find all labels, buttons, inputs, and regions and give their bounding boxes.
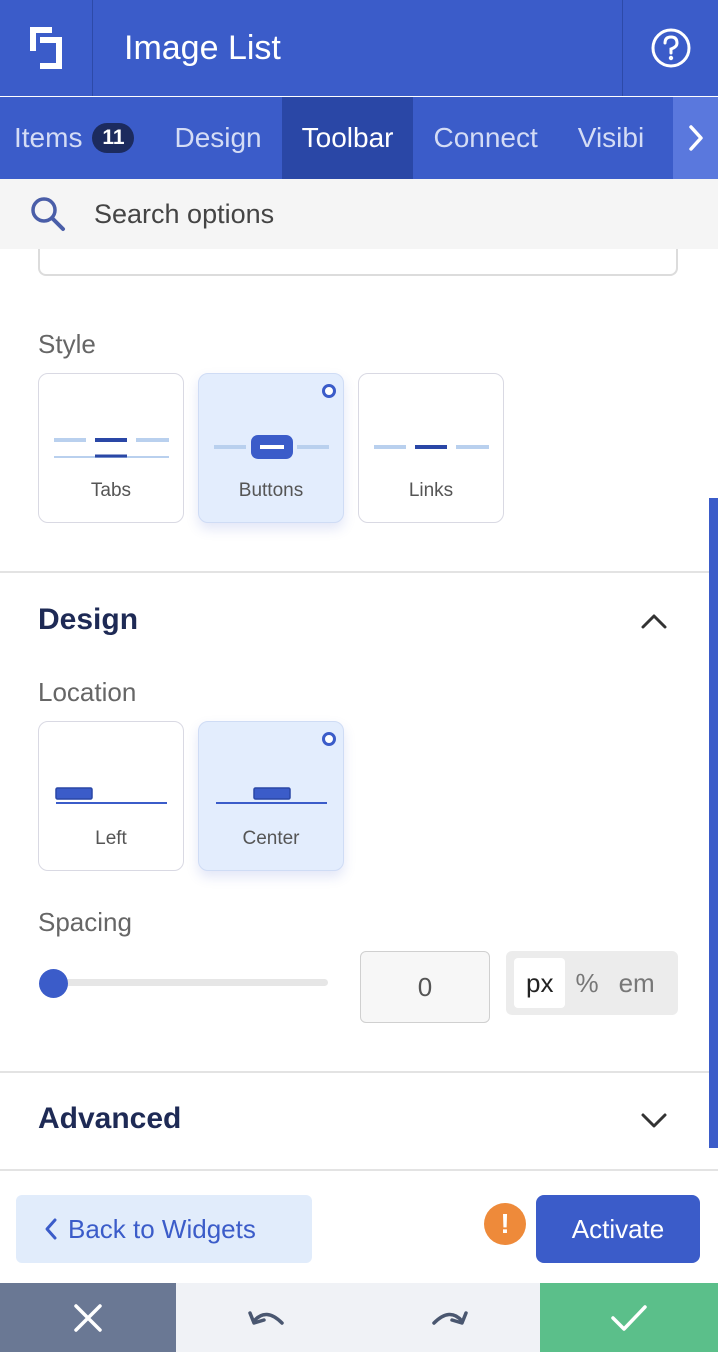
- options-panel: Style Tabs Buttons Links Design Location…: [0, 249, 718, 1169]
- back-to-widgets-button[interactable]: Back to Widgets: [16, 1195, 312, 1263]
- location-label: Location: [38, 677, 137, 707]
- footer-actions: Back to Widgets ! Activate: [0, 1169, 718, 1283]
- chevron-down-icon[interactable]: [640, 1111, 668, 1131]
- scrollbar[interactable]: [709, 498, 718, 1148]
- chevron-left-icon: [45, 1218, 57, 1240]
- tab-items-label: Items: [14, 122, 83, 153]
- design-section-title[interactable]: Design: [38, 603, 138, 637]
- page-title: Image List: [124, 28, 281, 67]
- tab-items[interactable]: Items 11: [0, 97, 154, 179]
- close-button[interactable]: [0, 1283, 176, 1352]
- selected-indicator: [322, 732, 336, 746]
- style-option-buttons[interactable]: Buttons: [198, 373, 344, 523]
- tab-connect[interactable]: Connect: [413, 97, 557, 179]
- spacing-slider-thumb[interactable]: [39, 969, 68, 998]
- chevron-up-icon[interactable]: [640, 611, 668, 631]
- style-label: Style: [38, 329, 96, 359]
- redo-button[interactable]: [358, 1283, 540, 1352]
- unit-em[interactable]: em: [609, 958, 665, 1008]
- search-icon: [31, 197, 65, 231]
- app-logo-icon: [30, 27, 62, 69]
- style-option-tabs[interactable]: Tabs: [38, 373, 184, 523]
- search-bar: [0, 179, 718, 249]
- undo-button[interactable]: [176, 1283, 358, 1352]
- location-option-left-label: Left: [95, 828, 127, 849]
- items-count-badge: 11: [92, 123, 135, 153]
- confirm-button[interactable]: [540, 1283, 718, 1352]
- location-option-left[interactable]: Left: [38, 721, 184, 871]
- previous-option-box: [38, 249, 678, 276]
- style-option-tabs-label: Tabs: [90, 480, 132, 501]
- undo-icon: [248, 1310, 284, 1325]
- unit-px[interactable]: px: [514, 958, 566, 1008]
- tab-design[interactable]: Design: [154, 97, 281, 179]
- activate-button[interactable]: Activate: [536, 1195, 700, 1263]
- tab-bar: Items 11 Design Toolbar Connect Visibi: [0, 97, 718, 179]
- back-to-widgets-label: Back to Widgets: [68, 1213, 256, 1244]
- help-circle-icon: [651, 28, 690, 68]
- advanced-section-title[interactable]: Advanced: [38, 1102, 181, 1136]
- unit-percent[interactable]: %: [565, 958, 608, 1008]
- location-option-center[interactable]: Center: [198, 721, 344, 871]
- close-icon: [74, 1303, 102, 1332]
- app-header: Image List: [0, 0, 718, 96]
- style-option-links-label: Links: [408, 480, 454, 501]
- location-option-center-label: Center: [242, 828, 300, 849]
- warning-icon[interactable]: !: [484, 1203, 526, 1245]
- tab-toolbar[interactable]: Toolbar: [281, 97, 414, 179]
- selected-indicator: [322, 384, 336, 398]
- tabs-scroll-right-button[interactable]: [673, 97, 718, 179]
- unit-selector: px % em: [506, 951, 678, 1015]
- section-divider: [0, 571, 718, 573]
- spacing-label: Spacing: [38, 907, 132, 937]
- spacing-slider-track[interactable]: [54, 979, 328, 986]
- search-input[interactable]: [94, 198, 594, 230]
- chevron-right-icon: [688, 125, 703, 151]
- tab-visibility[interactable]: Visibi: [558, 97, 664, 179]
- app-logo[interactable]: [0, 0, 93, 96]
- style-option-buttons-label: Buttons: [238, 480, 304, 501]
- check-icon: [611, 1304, 647, 1331]
- spacing-value-input[interactable]: [360, 951, 490, 1023]
- redo-icon: [432, 1310, 468, 1325]
- style-option-links[interactable]: Links: [358, 373, 504, 523]
- bottom-toolbar: [0, 1283, 718, 1352]
- section-divider: [0, 1071, 718, 1073]
- help-button[interactable]: [622, 0, 718, 96]
